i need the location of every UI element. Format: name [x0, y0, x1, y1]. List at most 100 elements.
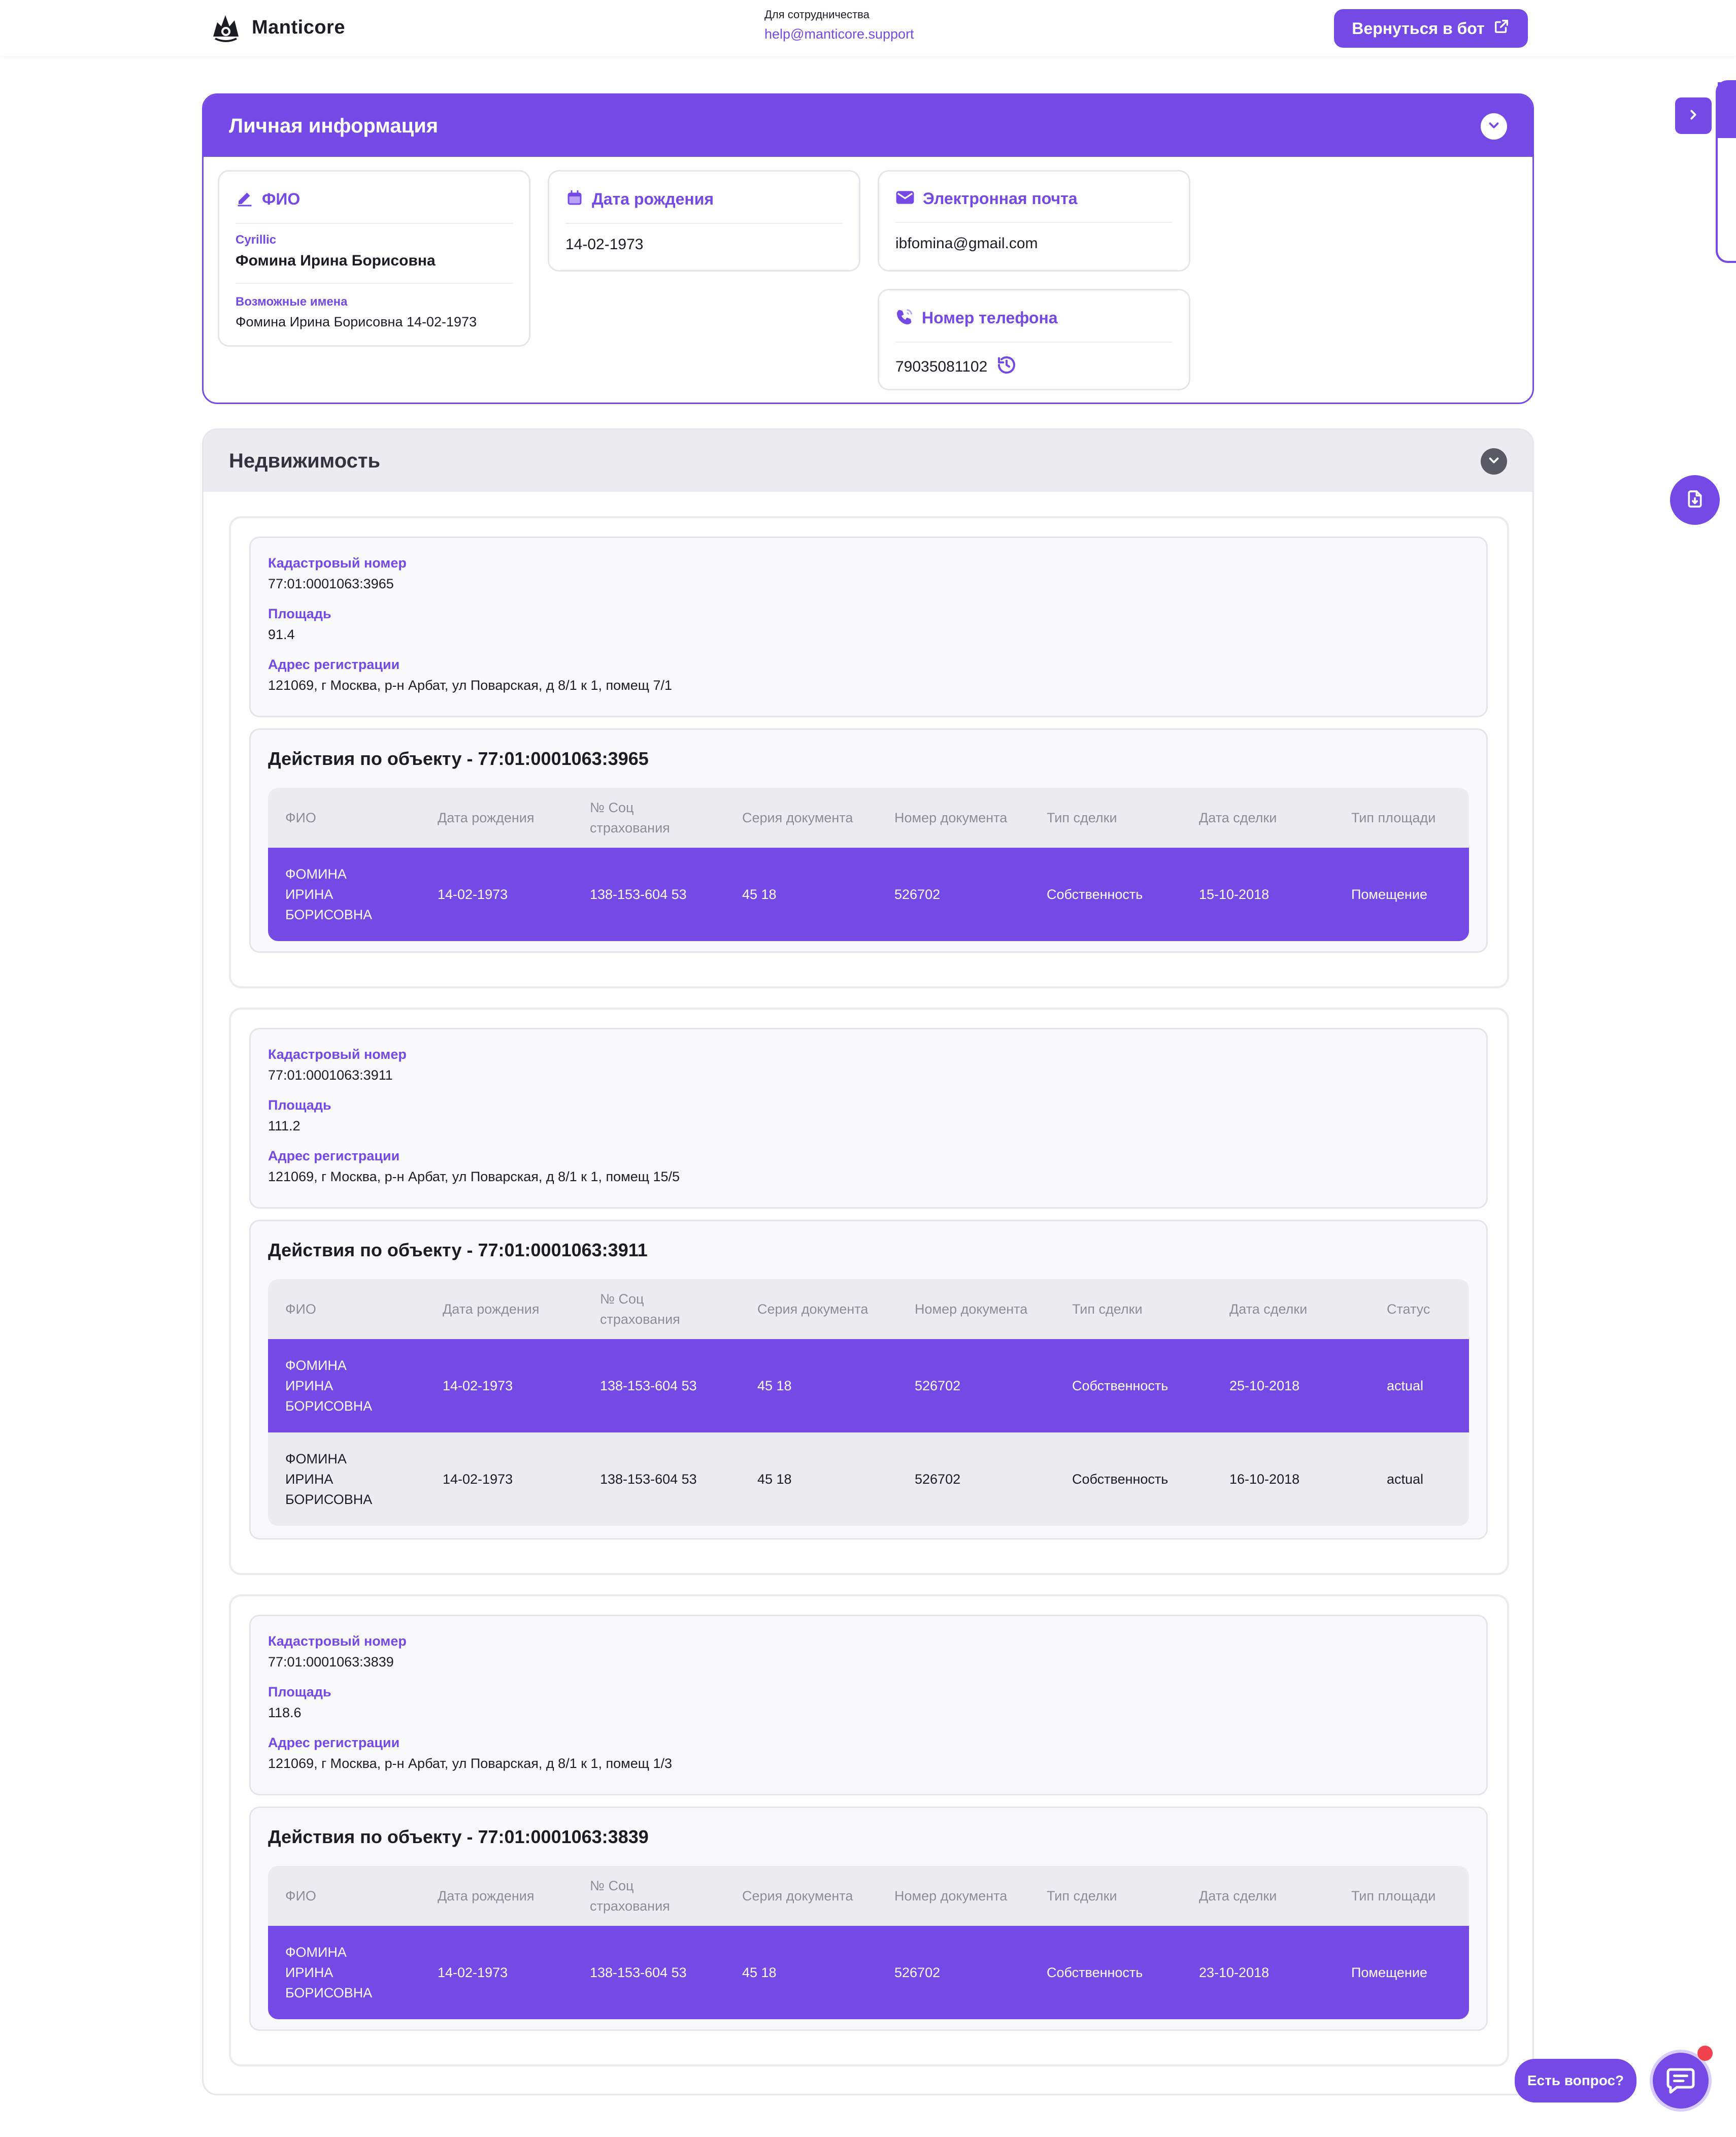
actions-table: ФИО Дата рождения № Соц страхования Сери… — [268, 788, 1469, 941]
property-card: Кадастровый номер 77:01:0001063:3965 Пло… — [229, 516, 1509, 988]
phone-icon — [895, 308, 914, 328]
address-value: 121069, г Москва, р-н Арбат, ул Поварска… — [268, 1756, 673, 1771]
column-header: Серия документа — [742, 810, 853, 825]
cell-doc-number: 526702 — [894, 887, 941, 902]
cell-doc-number: 526702 — [894, 1965, 941, 1980]
fio-card-header: ФИО — [236, 189, 513, 224]
cell-deal-date: 23-10-2018 — [1199, 1965, 1270, 1980]
table-header-row: ФИО Дата рождения № Соц страхования Сери… — [268, 1279, 1469, 1339]
fio-value: Фомина Ирина Борисовна — [236, 252, 513, 284]
cell-snils: 138-153-604 53 — [600, 1472, 697, 1487]
email-card: Электронная почта ibfomina@gmail.com — [878, 170, 1190, 272]
external-link-icon — [1493, 18, 1510, 39]
personal-info-title: Личная информация — [229, 114, 439, 137]
cell-doc-series: 45 18 — [757, 1472, 792, 1487]
column-header: № Соц страхования — [600, 1291, 680, 1327]
column-header: Дата рождения — [438, 810, 535, 825]
column-header: ФИО — [285, 1301, 316, 1317]
birth-date-card-header: Дата рождения — [565, 189, 843, 224]
support-email-link[interactable]: help@manticore.support — [764, 26, 914, 42]
column-header: Серия документа — [757, 1301, 869, 1317]
notification-dot — [1697, 2046, 1713, 2061]
table-row[interactable]: ФОМИНА ИРИНА БОРИСОВНА 14-02-1973 138-15… — [268, 1432, 1469, 1526]
birth-date-label: Дата рождения — [592, 190, 714, 208]
collapse-real-estate-button[interactable] — [1481, 448, 1507, 475]
cell-birth-date: 14-02-1973 — [443, 1378, 513, 1393]
back-to-bot-button[interactable]: Вернуться в бот — [1334, 9, 1528, 48]
alt-names-value: Фомина Ирина Борисовна 14-02-1973 — [236, 314, 477, 329]
collapse-personal-info-button[interactable] — [1481, 113, 1507, 140]
area-value: 111.2 — [268, 1118, 301, 1133]
table-row[interactable]: ФОМИНА ИРИНА БОРИСОВНА 14-02-1973 138-15… — [268, 848, 1469, 941]
email-value[interactable]: ibfomina@gmail.com — [895, 223, 1173, 252]
download-report-button[interactable] — [1670, 475, 1720, 525]
open-side-panel-button[interactable] — [1675, 97, 1712, 134]
history-icon[interactable] — [996, 355, 1017, 379]
column-header: Тип площади — [1351, 1888, 1436, 1904]
cell-snils: 138-153-604 53 — [590, 887, 687, 902]
email-label: Электронная почта — [923, 189, 1078, 208]
cadastral-label: Кадастровый номер — [268, 555, 407, 571]
area-value: 91.4 — [268, 627, 295, 642]
area-label: Площадь — [268, 1097, 331, 1113]
fio-label: ФИО — [262, 190, 301, 208]
column-header: Номер документа — [894, 1888, 1008, 1904]
column-header: № Соц страхования — [590, 800, 670, 836]
property-actions: Действия по объекту - 77:01:0001063:3839… — [249, 1807, 1488, 2031]
column-header: Тип сделки — [1047, 1888, 1117, 1904]
property-info: Кадастровый номер 77:01:0001063:3839 Пло… — [249, 1615, 1488, 1795]
cooperation-label: Для сотрудничества — [764, 8, 870, 21]
chevron-down-icon — [1486, 453, 1501, 471]
column-header: ФИО — [285, 1888, 316, 1904]
cell-deal-date: 15-10-2018 — [1199, 887, 1270, 902]
column-header: Дата сделки — [1199, 810, 1277, 825]
column-header: Тип площади — [1351, 810, 1436, 825]
column-header: № Соц страхования — [590, 1878, 670, 1914]
column-header: ФИО — [285, 810, 316, 825]
table-row[interactable]: ФОМИНА ИРИНА БОРИСОВНА 14-02-1973 138-15… — [268, 1339, 1469, 1432]
cell-fio: ФОМИНА ИРИНА БОРИСОВНА — [285, 1451, 373, 1507]
real-estate-header[interactable]: Недвижимость — [204, 430, 1532, 492]
side-panel-tab[interactable] — [1716, 80, 1736, 263]
column-header: Дата сделки — [1229, 1301, 1308, 1317]
manticore-logo-icon — [208, 11, 244, 44]
personal-info-header[interactable]: Личная информация — [204, 95, 1532, 157]
cell-fio: ФОМИНА ИРИНА БОРИСОВНА — [285, 1945, 373, 2000]
cell-snils: 138-153-604 53 — [600, 1378, 697, 1393]
table-header-row: ФИО Дата рождения № Соц страхования Сери… — [268, 1866, 1469, 1926]
actions-table: ФИО Дата рождения № Соц страхования Сери… — [268, 1866, 1469, 2019]
actions-title: Действия по объекту - 77:01:0001063:3965 — [268, 748, 649, 769]
top-bar: Manticore Для сотрудничества help@mantic… — [0, 0, 1736, 56]
cell-deal-date: 25-10-2018 — [1229, 1378, 1300, 1393]
column-header: Серия документа — [742, 1888, 853, 1904]
fio-script-label: Cyrillic — [236, 233, 277, 247]
cell-birth-date: 14-02-1973 — [443, 1472, 513, 1487]
birth-date-value: 14-02-1973 — [565, 236, 644, 253]
cell-status: actual — [1387, 1378, 1424, 1393]
cadastral-label: Кадастровый номер — [268, 1047, 407, 1062]
cadastral-value: 77:01:0001063:3965 — [268, 576, 394, 591]
logo[interactable]: Manticore — [208, 11, 345, 44]
chevron-right-icon — [1686, 107, 1701, 125]
real-estate-section: Недвижимость Кадастровый номер 77:01:000… — [202, 428, 1534, 2095]
cell-fio: ФОМИНА ИРИНА БОРИСОВНА — [285, 1358, 373, 1414]
cell-doc-series: 45 18 — [757, 1378, 792, 1393]
brand-name: Manticore — [252, 16, 345, 38]
column-header: Дата рождения — [443, 1301, 540, 1317]
actions-table: ФИО Дата рождения № Соц страхования Сери… — [268, 1279, 1469, 1526]
cell-birth-date: 14-02-1973 — [438, 887, 508, 902]
table-row[interactable]: ФОМИНА ИРИНА БОРИСОВНА 14-02-1973 138-15… — [268, 1926, 1469, 2019]
address-label: Адрес регистрации — [268, 1148, 400, 1163]
back-to-bot-label: Вернуться в бот — [1352, 19, 1485, 38]
cell-doc-number: 526702 — [915, 1378, 961, 1393]
cell-status: actual — [1387, 1472, 1424, 1487]
address-label: Адрес регистрации — [268, 1735, 400, 1750]
cell-doc-series: 45 18 — [742, 887, 777, 902]
property-actions: Действия по объекту - 77:01:0001063:3965… — [249, 728, 1488, 953]
area-value: 118.6 — [268, 1705, 302, 1720]
cell-doc-number: 526702 — [915, 1472, 961, 1487]
cadastral-value: 77:01:0001063:3911 — [268, 1067, 393, 1083]
ask-question-label: Есть вопрос? — [1527, 2073, 1624, 2088]
column-header: Статус — [1387, 1301, 1430, 1317]
ask-question-bubble[interactable]: Есть вопрос? — [1515, 2059, 1637, 2102]
